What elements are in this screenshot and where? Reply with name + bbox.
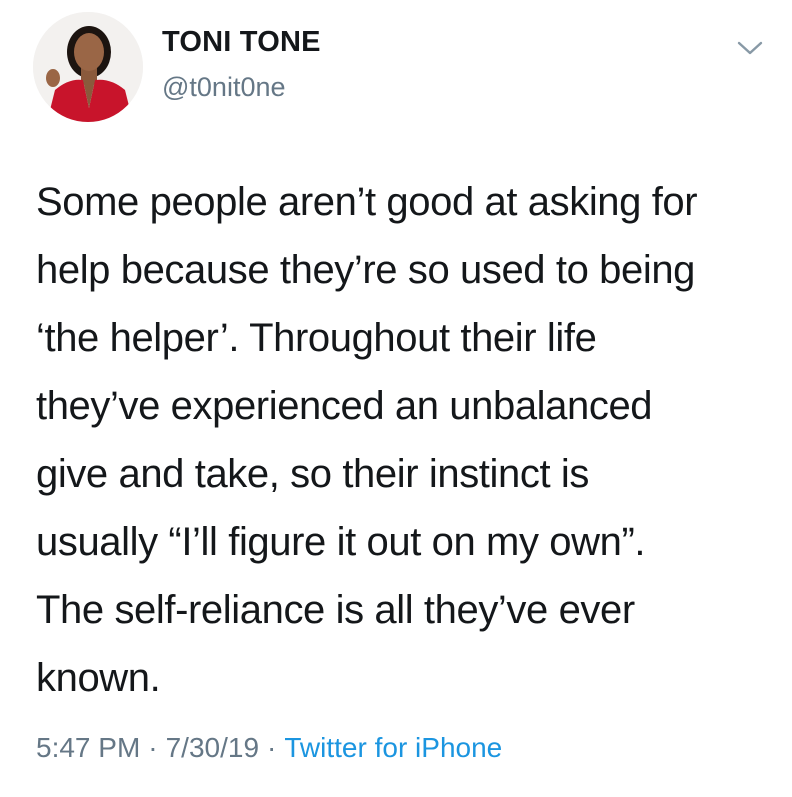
tweet-text: Some people aren’t good at asking for he…: [36, 168, 766, 712]
meta-separator: ·: [267, 732, 277, 763]
tweet-text-line: give and take, so their instinct is: [36, 452, 589, 496]
tweet-text-line: usually “I’ll figure it out on my own”.: [36, 520, 646, 564]
avatar-image: [33, 12, 143, 122]
tweet-text-line: help because they’re so used to being: [36, 248, 696, 292]
tweet-time[interactable]: 5:47 PM: [36, 732, 140, 763]
tweet-metadata: 5:47 PM · 7/30/19 · Twitter for iPhone: [36, 732, 502, 764]
tweet-text-line: Some people aren’t good at asking for: [36, 180, 698, 224]
tweet-text-line: ‘the helper’. Throughout their life: [36, 316, 597, 360]
tweet-text-line: they’ve experienced an unbalanced: [36, 384, 653, 428]
tweet-text-line: The self-reliance is all they’ve ever: [36, 588, 635, 632]
tweet-source-link[interactable]: Twitter for iPhone: [284, 732, 502, 763]
avatar[interactable]: [33, 12, 143, 122]
chevron-down-icon[interactable]: [736, 38, 764, 58]
author-name[interactable]: TONI TONE: [162, 26, 321, 59]
tweet-card: TONI TONE @t0nit0ne Some people aren’t g…: [0, 0, 792, 797]
author-handle[interactable]: @t0nit0ne: [162, 72, 286, 103]
tweet-text-line: known.: [36, 656, 161, 700]
tweet-date[interactable]: 7/30/19: [166, 732, 259, 763]
meta-separator: ·: [148, 732, 158, 763]
